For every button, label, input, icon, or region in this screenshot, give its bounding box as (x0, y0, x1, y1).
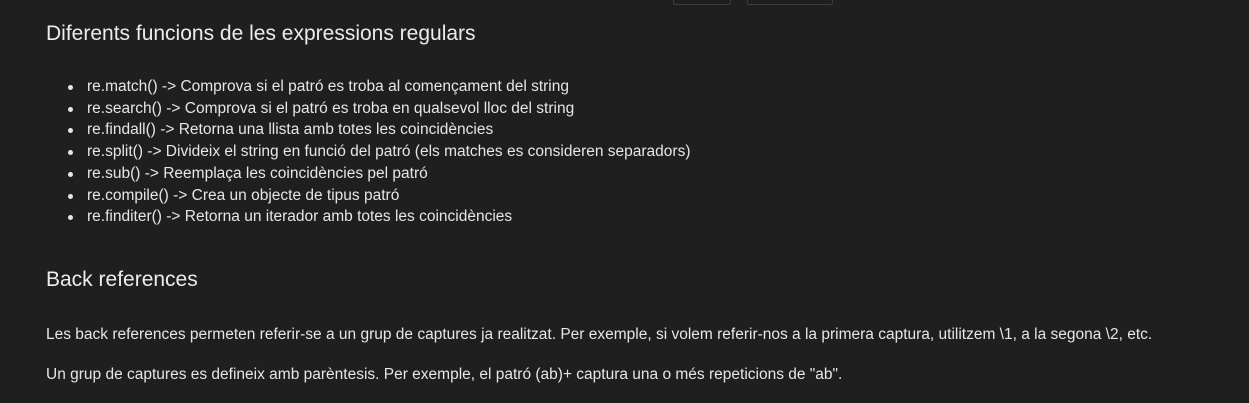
functions-list: re.match() -> Comprova si el patró es tr… (46, 76, 690, 228)
list-item: re.compile() -> Crea un objecte de tipus… (67, 185, 690, 207)
list-item: re.findall() -> Retorna una llista amb t… (67, 119, 690, 141)
back-references-paragraph-2: Un grup de captures es defineix amb parè… (46, 366, 843, 383)
list-item: re.sub() -> Reemplaça les coincidències … (67, 163, 690, 185)
list-item: re.search() -> Comprova si el patró es t… (67, 98, 690, 120)
list-item: re.finditer() -> Retorna un iterador amb… (67, 206, 690, 228)
back-references-paragraph-1: Les back references permeten referir-se … (46, 326, 1153, 343)
top-toolbar-fragment (673, 0, 833, 5)
list-item: re.split() -> Divideix el string en func… (67, 141, 690, 163)
list-item: re.match() -> Comprova si el patró es tr… (67, 76, 690, 98)
top-tab-left[interactable] (673, 0, 731, 5)
section-heading-back-references: Back references (46, 268, 198, 291)
section-heading-functions: Diferents funcions de les expressions re… (46, 22, 476, 45)
top-tab-right[interactable] (747, 0, 833, 5)
